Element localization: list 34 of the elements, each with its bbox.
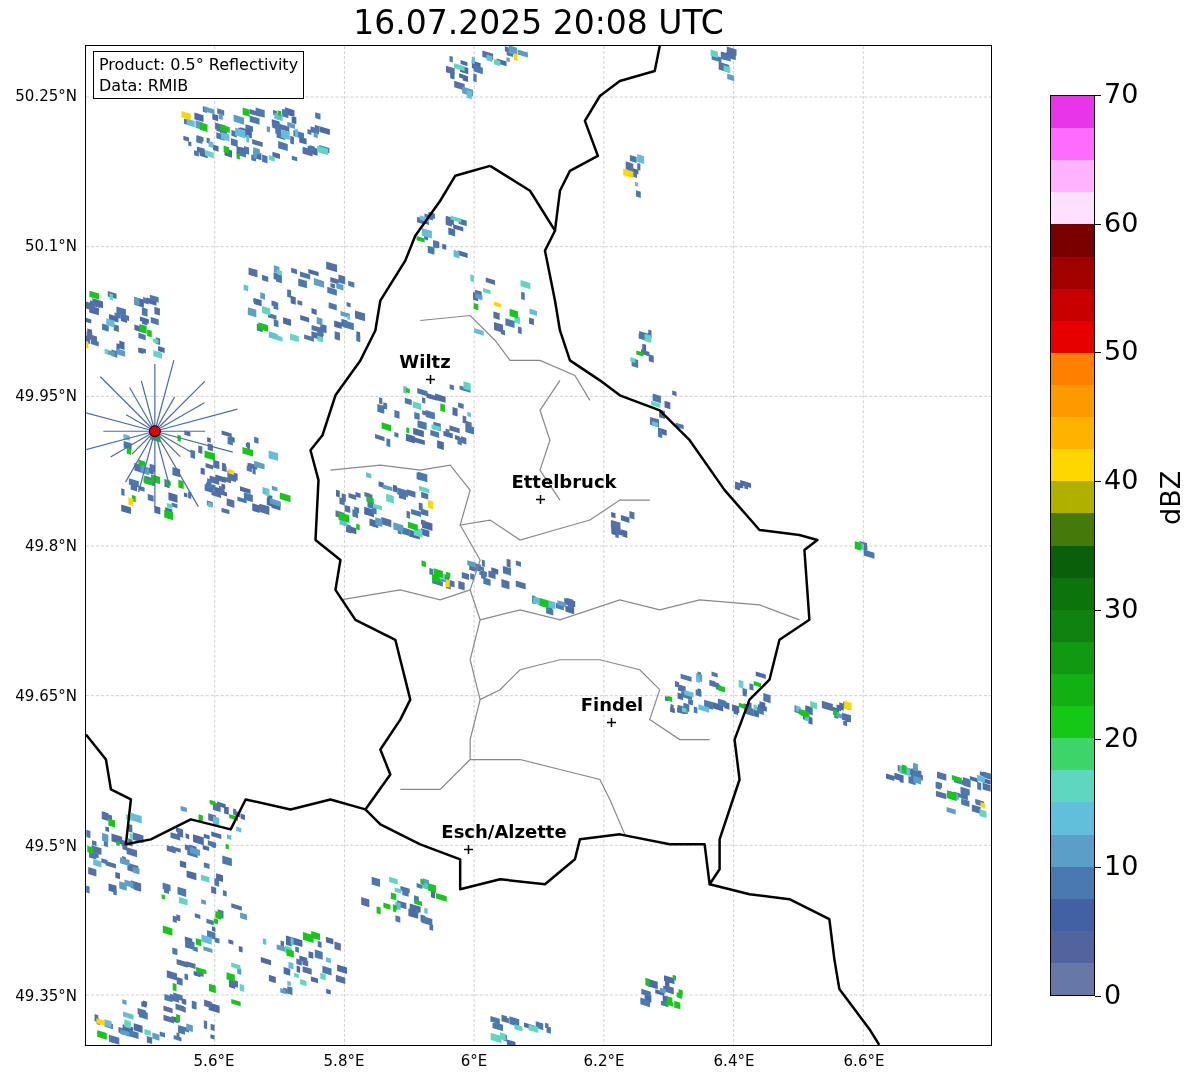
colorbar-tick-label: 30	[1104, 592, 1139, 624]
axis-tick-label: 6°E	[460, 1052, 488, 1070]
axis-tick-label: 49.95°N	[15, 387, 77, 405]
colorbar-tick-label: 20	[1104, 721, 1139, 753]
axis-tick-label: 5.8°E	[323, 1052, 365, 1070]
colorbar-label: dBZ	[1155, 470, 1184, 525]
plus-marker-icon	[463, 844, 473, 854]
city-label: Findel	[580, 694, 644, 715]
colorbar-tick-label: 70	[1104, 78, 1139, 109]
colorbar-tick-label: 50	[1104, 335, 1139, 367]
plus-marker-icon	[606, 717, 616, 727]
axis-tick-label: 5.6°E	[193, 1052, 235, 1070]
colorbar-tick-label: 40	[1104, 464, 1139, 496]
colorbar-tick-label: 10	[1104, 850, 1139, 882]
colorbar-tick-label: 0	[1104, 979, 1122, 1010]
radar-site-dot	[148, 425, 161, 438]
axis-tick-label: 50.25°N	[15, 87, 77, 105]
axis-tick-label: 49.8°N	[24, 537, 77, 555]
plus-marker-icon	[535, 494, 545, 504]
legend-text: Data: RMIB	[99, 75, 190, 96]
plus-marker-icon	[425, 374, 435, 384]
city-label: Ettelbruck	[511, 471, 617, 492]
colorbar-tick-label: 60	[1104, 206, 1139, 238]
city-label: Wiltz	[399, 351, 451, 372]
axis-tick-label: 49.5°N	[24, 837, 77, 855]
axis-tick-label: 49.35°N	[15, 987, 77, 1005]
chart-title: 16.07.2025 20:08 UTC	[352, 3, 725, 42]
axis-tick-label: 6.6°E	[843, 1052, 885, 1070]
legend-text: Product: 0.5° Reflectivity	[99, 54, 299, 75]
axis-tick-label: 6.2°E	[583, 1052, 625, 1070]
axis-tick-label: 6.4°E	[713, 1052, 755, 1070]
axis-tick-label: 50.1°N	[24, 237, 77, 255]
axis-tick-label: 49.65°N	[15, 687, 77, 705]
city-label: Esch/Alzette	[441, 821, 567, 842]
